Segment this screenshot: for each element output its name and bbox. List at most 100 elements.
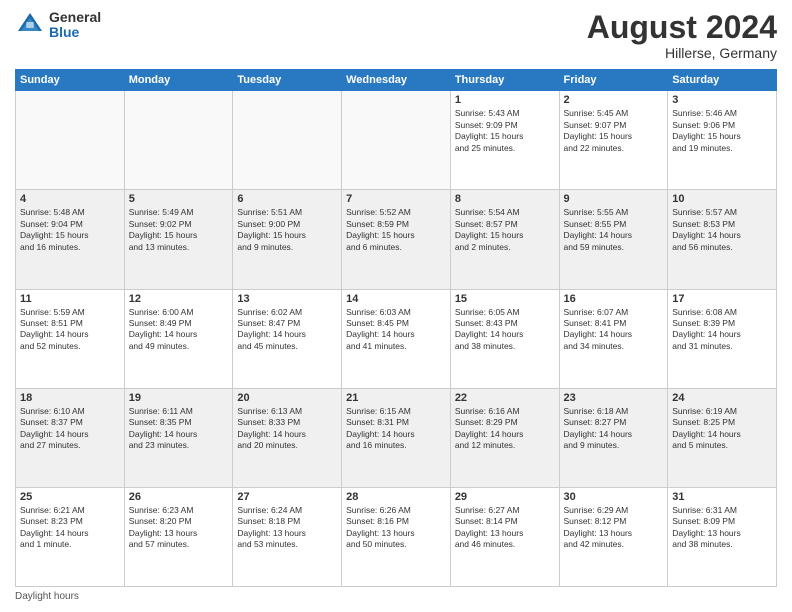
table-row: 14 Sunrise: 6:03 AM Sunset: 8:45 PM Dayli… xyxy=(342,289,451,388)
day-info: Sunrise: 6:31 AM Sunset: 8:09 PM Dayligh… xyxy=(672,505,772,551)
table-row xyxy=(16,91,125,190)
day-number: 25 xyxy=(20,491,120,503)
logo-general-text: General xyxy=(49,10,101,25)
logo: General Blue xyxy=(15,10,101,41)
day-info: Sunrise: 5:59 AM Sunset: 8:51 PM Dayligh… xyxy=(20,307,120,353)
table-row: 4 Sunrise: 5:48 AM Sunset: 9:04 PM Daylig… xyxy=(16,190,125,289)
table-row: 23 Sunrise: 6:18 AM Sunset: 8:27 PM Dayli… xyxy=(559,388,668,487)
table-row: 25 Sunrise: 6:21 AM Sunset: 8:23 PM Dayli… xyxy=(16,487,125,586)
day-info: Sunrise: 6:29 AM Sunset: 8:12 PM Dayligh… xyxy=(564,505,664,551)
day-info: Sunrise: 5:51 AM Sunset: 9:00 PM Dayligh… xyxy=(237,207,337,253)
day-info: Sunrise: 5:45 AM Sunset: 9:07 PM Dayligh… xyxy=(564,108,664,154)
calendar-week-row: 18 Sunrise: 6:10 AM Sunset: 8:37 PM Dayli… xyxy=(16,388,777,487)
day-info: Sunrise: 6:21 AM Sunset: 8:23 PM Dayligh… xyxy=(20,505,120,551)
logo-icon xyxy=(15,10,45,40)
day-info: Sunrise: 5:48 AM Sunset: 9:04 PM Dayligh… xyxy=(20,207,120,253)
table-row: 26 Sunrise: 6:23 AM Sunset: 8:20 PM Dayli… xyxy=(124,487,233,586)
day-number: 12 xyxy=(129,293,229,305)
calendar-week-row: 11 Sunrise: 5:59 AM Sunset: 8:51 PM Dayli… xyxy=(16,289,777,388)
day-info: Sunrise: 6:05 AM Sunset: 8:43 PM Dayligh… xyxy=(455,307,555,353)
table-row xyxy=(233,91,342,190)
page: General Blue August 2024 Hillerse, Germa… xyxy=(0,0,792,612)
calendar-week-row: 4 Sunrise: 5:48 AM Sunset: 9:04 PM Daylig… xyxy=(16,190,777,289)
day-number: 21 xyxy=(346,392,446,404)
day-number: 20 xyxy=(237,392,337,404)
footer-note: Daylight hours xyxy=(15,591,777,602)
table-row: 17Sunrise: 6:08 AM Sunset: 8:39 PM Dayli… xyxy=(668,289,777,388)
col-saturday: Saturday xyxy=(668,70,777,91)
table-row: 27 Sunrise: 6:24 AM Sunset: 8:18 PM Dayli… xyxy=(233,487,342,586)
day-number: 9 xyxy=(564,193,664,205)
day-number: 7 xyxy=(346,193,446,205)
table-row: 19 Sunrise: 6:11 AM Sunset: 8:35 PM Dayli… xyxy=(124,388,233,487)
col-thursday: Thursday xyxy=(450,70,559,91)
day-number: 22 xyxy=(455,392,555,404)
day-number: 29 xyxy=(455,491,555,503)
day-info: Sunrise: 6:03 AM Sunset: 8:45 PM Dayligh… xyxy=(346,307,446,353)
table-row: 29Sunrise: 6:27 AM Sunset: 8:14 PM Dayli… xyxy=(450,487,559,586)
logo-text: General Blue xyxy=(49,10,101,41)
day-number: 14 xyxy=(346,293,446,305)
day-number: 19 xyxy=(129,392,229,404)
day-number: 23 xyxy=(564,392,664,404)
table-row: 24 Sunrise: 6:19 AM Sunset: 8:25 PM Dayli… xyxy=(668,388,777,487)
calendar-week-row: 1Sunrise: 5:43 AM Sunset: 9:09 PM Daylig… xyxy=(16,91,777,190)
day-info: Sunrise: 6:26 AM Sunset: 8:16 PM Dayligh… xyxy=(346,505,446,551)
day-info: Sunrise: 6:11 AM Sunset: 8:35 PM Dayligh… xyxy=(129,406,229,452)
day-info: Sunrise: 5:54 AM Sunset: 8:57 PM Dayligh… xyxy=(455,207,555,253)
table-row: 15 Sunrise: 6:05 AM Sunset: 8:43 PM Dayli… xyxy=(450,289,559,388)
title-location: Hillerse, Germany xyxy=(587,45,777,61)
col-tuesday: Tuesday xyxy=(233,70,342,91)
table-row: 2 Sunrise: 5:45 AM Sunset: 9:07 PM Daylig… xyxy=(559,91,668,190)
title-month: August 2024 xyxy=(587,10,777,45)
calendar-week-row: 25 Sunrise: 6:21 AM Sunset: 8:23 PM Dayli… xyxy=(16,487,777,586)
col-sunday: Sunday xyxy=(16,70,125,91)
day-info: Sunrise: 5:43 AM Sunset: 9:09 PM Dayligh… xyxy=(455,108,555,154)
day-info: Sunrise: 5:52 AM Sunset: 8:59 PM Dayligh… xyxy=(346,207,446,253)
title-block: August 2024 Hillerse, Germany xyxy=(587,10,777,61)
day-number: 2 xyxy=(564,94,664,106)
day-number: 16 xyxy=(564,293,664,305)
table-row xyxy=(342,91,451,190)
day-info: Sunrise: 6:15 AM Sunset: 8:31 PM Dayligh… xyxy=(346,406,446,452)
calendar-table: Sunday Monday Tuesday Wednesday Thursday… xyxy=(15,69,777,587)
table-row: 20 Sunrise: 6:13 AM Sunset: 8:33 PM Dayli… xyxy=(233,388,342,487)
day-info: Sunrise: 6:10 AM Sunset: 8:37 PM Dayligh… xyxy=(20,406,120,452)
table-row: 8Sunrise: 5:54 AM Sunset: 8:57 PM Daylig… xyxy=(450,190,559,289)
day-info: Sunrise: 6:07 AM Sunset: 8:41 PM Dayligh… xyxy=(564,307,664,353)
day-number: 5 xyxy=(129,193,229,205)
day-info: Sunrise: 5:46 AM Sunset: 9:06 PM Dayligh… xyxy=(672,108,772,154)
day-info: Sunrise: 6:19 AM Sunset: 8:25 PM Dayligh… xyxy=(672,406,772,452)
day-info: Sunrise: 5:49 AM Sunset: 9:02 PM Dayligh… xyxy=(129,207,229,253)
day-info: Sunrise: 6:02 AM Sunset: 8:47 PM Dayligh… xyxy=(237,307,337,353)
day-number: 3 xyxy=(672,94,772,106)
col-friday: Friday xyxy=(559,70,668,91)
day-number: 30 xyxy=(564,491,664,503)
day-number: 24 xyxy=(672,392,772,404)
day-number: 18 xyxy=(20,392,120,404)
day-number: 27 xyxy=(237,491,337,503)
day-info: Sunrise: 6:23 AM Sunset: 8:20 PM Dayligh… xyxy=(129,505,229,551)
day-info: Sunrise: 6:13 AM Sunset: 8:33 PM Dayligh… xyxy=(237,406,337,452)
table-row: 16 Sunrise: 6:07 AM Sunset: 8:41 PM Dayli… xyxy=(559,289,668,388)
day-info: Sunrise: 6:18 AM Sunset: 8:27 PM Dayligh… xyxy=(564,406,664,452)
table-row: 3 Sunrise: 5:46 AM Sunset: 9:06 PM Daylig… xyxy=(668,91,777,190)
day-info: Sunrise: 6:00 AM Sunset: 8:49 PM Dayligh… xyxy=(129,307,229,353)
day-number: 13 xyxy=(237,293,337,305)
table-row: 11 Sunrise: 5:59 AM Sunset: 8:51 PM Dayli… xyxy=(16,289,125,388)
day-number: 28 xyxy=(346,491,446,503)
col-monday: Monday xyxy=(124,70,233,91)
day-number: 26 xyxy=(129,491,229,503)
day-number: 15 xyxy=(455,293,555,305)
table-row: 1Sunrise: 5:43 AM Sunset: 9:09 PM Daylig… xyxy=(450,91,559,190)
day-number: 4 xyxy=(20,193,120,205)
day-number: 11 xyxy=(20,293,120,305)
day-info: Sunrise: 6:24 AM Sunset: 8:18 PM Dayligh… xyxy=(237,505,337,551)
day-info: Sunrise: 6:16 AM Sunset: 8:29 PM Dayligh… xyxy=(455,406,555,452)
table-row: 6 Sunrise: 5:51 AM Sunset: 9:00 PM Daylig… xyxy=(233,190,342,289)
table-row: 9Sunrise: 5:55 AM Sunset: 8:55 PM Daylig… xyxy=(559,190,668,289)
calendar-header-row: Sunday Monday Tuesday Wednesday Thursday… xyxy=(16,70,777,91)
day-number: 6 xyxy=(237,193,337,205)
table-row: 30 Sunrise: 6:29 AM Sunset: 8:12 PM Dayli… xyxy=(559,487,668,586)
day-number: 31 xyxy=(672,491,772,503)
